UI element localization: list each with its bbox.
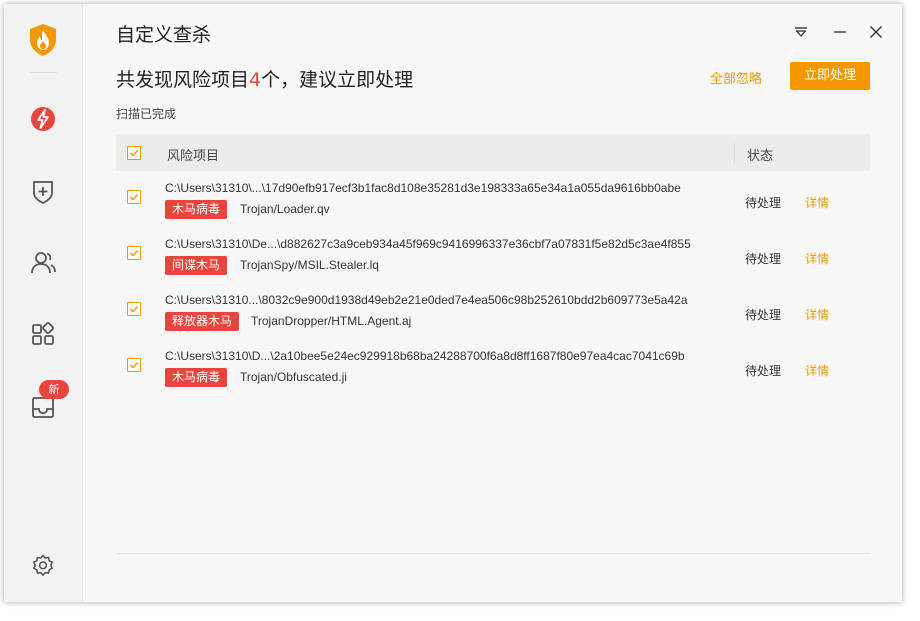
- check-icon: [129, 193, 139, 201]
- close-button[interactable]: [865, 21, 887, 43]
- threat-name: TrojanDropper/HTML.Agent.aj: [251, 314, 412, 328]
- threat-name: TrojanSpy/MSIL.Stealer.lq: [240, 258, 379, 272]
- check-icon: [129, 361, 139, 369]
- headline-prefix: 共发现风险项目: [116, 69, 250, 91]
- column-divider: [734, 143, 735, 163]
- threat-type-badge: 释放器木马: [165, 312, 240, 331]
- row-state: 待处理: [745, 252, 782, 266]
- details-link[interactable]: 详情: [805, 194, 829, 211]
- gear-icon: [33, 554, 53, 576]
- table-row: C:\Users\31310\D...\2a10bee5e24ec929918b…: [116, 342, 870, 398]
- table-header: 风险项目 状态: [116, 134, 870, 171]
- threat-type-badge: 木马病毒: [165, 368, 228, 387]
- table-row: C:\Users\31310\...\17d90efb917ecf3b1fac8…: [116, 174, 870, 230]
- sidebar-divider: [29, 72, 57, 73]
- flame-shield-logo-icon: [28, 23, 58, 57]
- shield-plus-icon: [33, 181, 53, 204]
- table-row: C:\Users\31310...\8032c9e900d1938d49eb2e…: [116, 286, 870, 342]
- threat-name: Trojan/Loader.qv: [240, 202, 330, 216]
- result-headline: 共发现风险项目4个，建议立即处理: [116, 65, 413, 92]
- check-icon: [129, 305, 139, 313]
- details-link[interactable]: 详情: [805, 306, 829, 323]
- threat-type-badge: 木马病毒: [165, 200, 228, 219]
- row-checkbox[interactable]: [127, 358, 141, 372]
- sidebar-item-settings[interactable]: [26, 549, 60, 583]
- sidebar-item-toolbox[interactable]: [26, 318, 60, 352]
- footer-divider: [116, 553, 870, 554]
- app-window: 新 自定义查杀 共发现风险项目4个，建议立即处理 全部忽略 立即处理 扫描已完成…: [4, 4, 902, 602]
- headline-suffix: 个，建议立即处理: [261, 69, 414, 91]
- minimize-icon: [834, 31, 846, 33]
- close-icon: [870, 26, 882, 38]
- check-icon: [129, 249, 139, 257]
- menu-dropdown-icon: [795, 27, 807, 37]
- sidebar-item-speedup[interactable]: [26, 102, 60, 136]
- new-badge: 新: [39, 380, 69, 399]
- column-header-risk: 风险项目: [167, 149, 220, 164]
- sidebar-item-accounts[interactable]: [26, 246, 60, 280]
- window-title: 自定义查杀: [116, 24, 212, 46]
- users-icon: [31, 252, 56, 274]
- sidebar-item-protection[interactable]: [26, 174, 60, 208]
- threat-type-badge: 间谍木马: [165, 256, 228, 275]
- details-link[interactable]: 详情: [805, 250, 829, 267]
- file-path: C:\Users\31310...\8032c9e900d1938d49eb2e…: [165, 293, 688, 307]
- minimize-button[interactable]: [829, 21, 851, 43]
- check-icon: [129, 149, 139, 157]
- select-all-checkbox[interactable]: [127, 146, 141, 160]
- lightning-icon: [31, 107, 55, 131]
- sidebar: 新: [4, 4, 83, 602]
- apps-icon: [32, 322, 54, 345]
- file-path: C:\Users\31310\De...\d882627c3a9ceb934a4…: [165, 237, 691, 251]
- scan-status: 扫描已完成: [116, 107, 177, 121]
- row-state: 待处理: [745, 364, 782, 378]
- risk-count: 4: [249, 69, 262, 91]
- row-state: 待处理: [745, 308, 782, 322]
- details-link[interactable]: 详情: [805, 362, 829, 379]
- row-state: 待处理: [745, 196, 782, 210]
- row-checkbox[interactable]: [127, 190, 141, 204]
- threat-name: Trojan/Obfuscated.ji: [240, 370, 347, 384]
- file-path: C:\Users\31310\D...\2a10bee5e24ec929918b…: [165, 349, 685, 363]
- row-checkbox[interactable]: [127, 246, 141, 260]
- dropdown-menu-button[interactable]: [790, 21, 812, 43]
- handle-now-button[interactable]: 立即处理: [790, 62, 870, 90]
- column-header-state: 状态: [747, 149, 774, 164]
- table-row: C:\Users\31310\De...\d882627c3a9ceb934a4…: [116, 230, 870, 286]
- row-checkbox[interactable]: [127, 302, 141, 316]
- file-path: C:\Users\31310\...\17d90efb917ecf3b1fac8…: [165, 181, 681, 195]
- ignore-all-link[interactable]: 全部忽略: [710, 68, 762, 87]
- main-panel: 自定义查杀 共发现风险项目4个，建议立即处理 全部忽略 立即处理 扫描已完成 风…: [83, 4, 902, 602]
